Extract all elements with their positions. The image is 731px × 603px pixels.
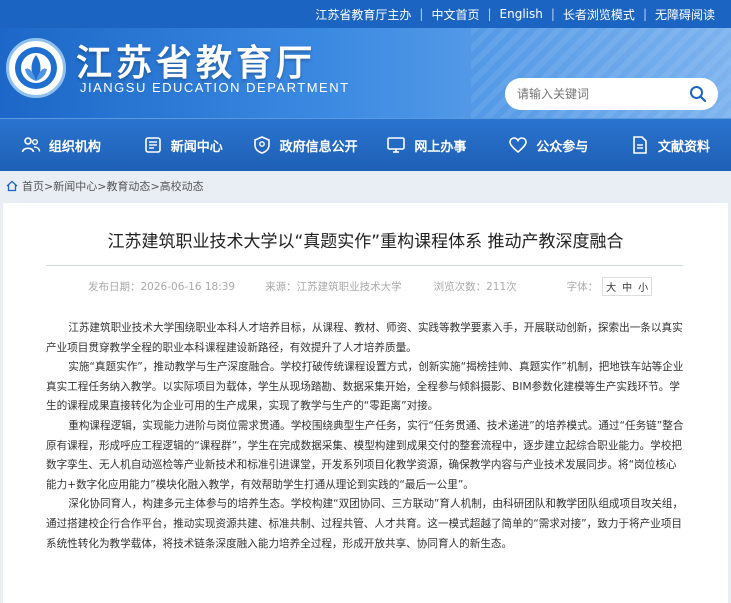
font-size-switcher: 大 中 小: [602, 277, 653, 296]
breadcrumb-education-news[interactable]: 教育动态: [106, 178, 150, 194]
home-icon: [6, 180, 18, 192]
news-icon: [144, 137, 161, 153]
people-icon: [21, 137, 41, 153]
search-box: [505, 78, 718, 110]
site-header: 江苏省教育厅 JIANGSU EDUCATION DEPARTMENT: [0, 28, 731, 118]
font-size-label: 字体：: [566, 281, 599, 293]
article-meta: 发布日期：2026-06-16 18:39 来源：江苏建筑职业技术大学 浏览次数…: [46, 277, 683, 296]
view-count: 浏览次数：211次: [433, 281, 517, 293]
monitor-icon: [387, 137, 406, 153]
breadcrumb-news[interactable]: 新闻中心: [53, 178, 97, 194]
article-paragraph: 重构课程逻辑，实现能力进阶与岗位需求贯通。学校围绕典型生产任务，实行“任务贯通、…: [46, 419, 684, 491]
breadcrumb-university-news[interactable]: 高校动态: [160, 178, 204, 194]
heart-icon: [509, 137, 528, 154]
nav-item-organization[interactable]: 组织机构: [0, 119, 122, 171]
nav-label: 组织机构: [48, 139, 101, 155]
topbar-divider: |: [487, 7, 492, 21]
nav-label: 新闻中心: [170, 139, 223, 155]
nav-item-online-services[interactable]: 网上办事: [365, 119, 487, 171]
nav-label: 文献资料: [658, 139, 711, 155]
document-icon: [633, 136, 647, 154]
article-card: 江苏建筑职业技术大学以“真题实作”重构课程体系 推动产教深度融合 发布日期：20…: [3, 203, 728, 603]
nav-item-documents[interactable]: 文献资料: [609, 119, 731, 171]
nav-label: 政府信息公开: [279, 139, 358, 155]
article-paragraph: 深化协同育人，构建多元主体参与的培养生态。学校构建“双团协同、三方联动”育人机制…: [46, 498, 684, 550]
site-subtitle: JIANGSU EDUCATION DEPARTMENT: [80, 80, 350, 95]
breadcrumb-home[interactable]: 首页: [22, 178, 44, 194]
font-small-button[interactable]: 小: [635, 278, 651, 295]
accessibility-link[interactable]: 无障碍阅读: [647, 6, 723, 23]
top-utility-bar: 江苏省教育厅主办 | 中文首页 | English | 长者浏览模式 | 无障碍…: [0, 0, 731, 28]
article-source: 来源：江苏建筑职业技术大学: [265, 281, 402, 293]
topbar-divider: |: [419, 7, 424, 21]
article-paragraph: 江苏建筑职业技术大学围绕职业本科人才培养目标，从课程、教材、师资、实践等教学要素…: [46, 322, 683, 354]
english-link[interactable]: English: [492, 7, 551, 21]
font-large-button[interactable]: 大: [603, 278, 619, 295]
font-medium-button[interactable]: 中: [619, 278, 635, 295]
topbar-divider: |: [642, 7, 647, 21]
title-divider: [46, 265, 683, 266]
topbar-divider: |: [550, 7, 555, 21]
site-title: 江苏省教育厅: [76, 42, 317, 84]
breadcrumb-separator: >: [44, 179, 54, 193]
article-body: 江苏建筑职业技术大学围绕职业本科人才培养目标，从课程、教材、师资、实践等教学要素…: [46, 319, 686, 554]
info-disclosure-icon: [253, 136, 270, 154]
breadcrumb-separator: >: [97, 179, 107, 193]
publish-date: 发布日期：2026-06-16 18:39: [88, 281, 236, 293]
emblem-icon: [15, 47, 57, 89]
nav-item-info-disclosure[interactable]: 政府信息公开: [244, 119, 366, 171]
breadcrumb: 首页 > 新闻中心 > 教育动态 > 高校动态: [0, 171, 731, 201]
main-nav: 组织机构 新闻中心 政府信息公开 网上办事 公众参与 文献资料: [0, 118, 731, 171]
sponsor-text: 江苏省教育厅主办: [315, 7, 412, 22]
article-title: 江苏建筑职业技术大学以“真题实作”重构课程体系 推动产教深度融合: [107, 232, 624, 252]
site-logo[interactable]: [6, 38, 66, 98]
breadcrumb-separator: >: [150, 179, 160, 193]
nav-item-public-participation[interactable]: 公众参与: [487, 119, 609, 171]
search-input[interactable]: [515, 86, 688, 102]
nav-item-news[interactable]: 新闻中心: [122, 119, 244, 171]
elder-mode-link[interactable]: 长者浏览模式: [555, 6, 643, 23]
chinese-home-link[interactable]: 中文首页: [423, 6, 487, 23]
article-paragraph: 实施“真题实作”，推动教学与生产深度融合。学校打破传统课程设置方式，创新实施“揭…: [46, 361, 684, 413]
nav-label: 公众参与: [536, 139, 589, 155]
nav-label: 网上办事: [414, 139, 467, 155]
search-icon[interactable]: [688, 84, 708, 104]
